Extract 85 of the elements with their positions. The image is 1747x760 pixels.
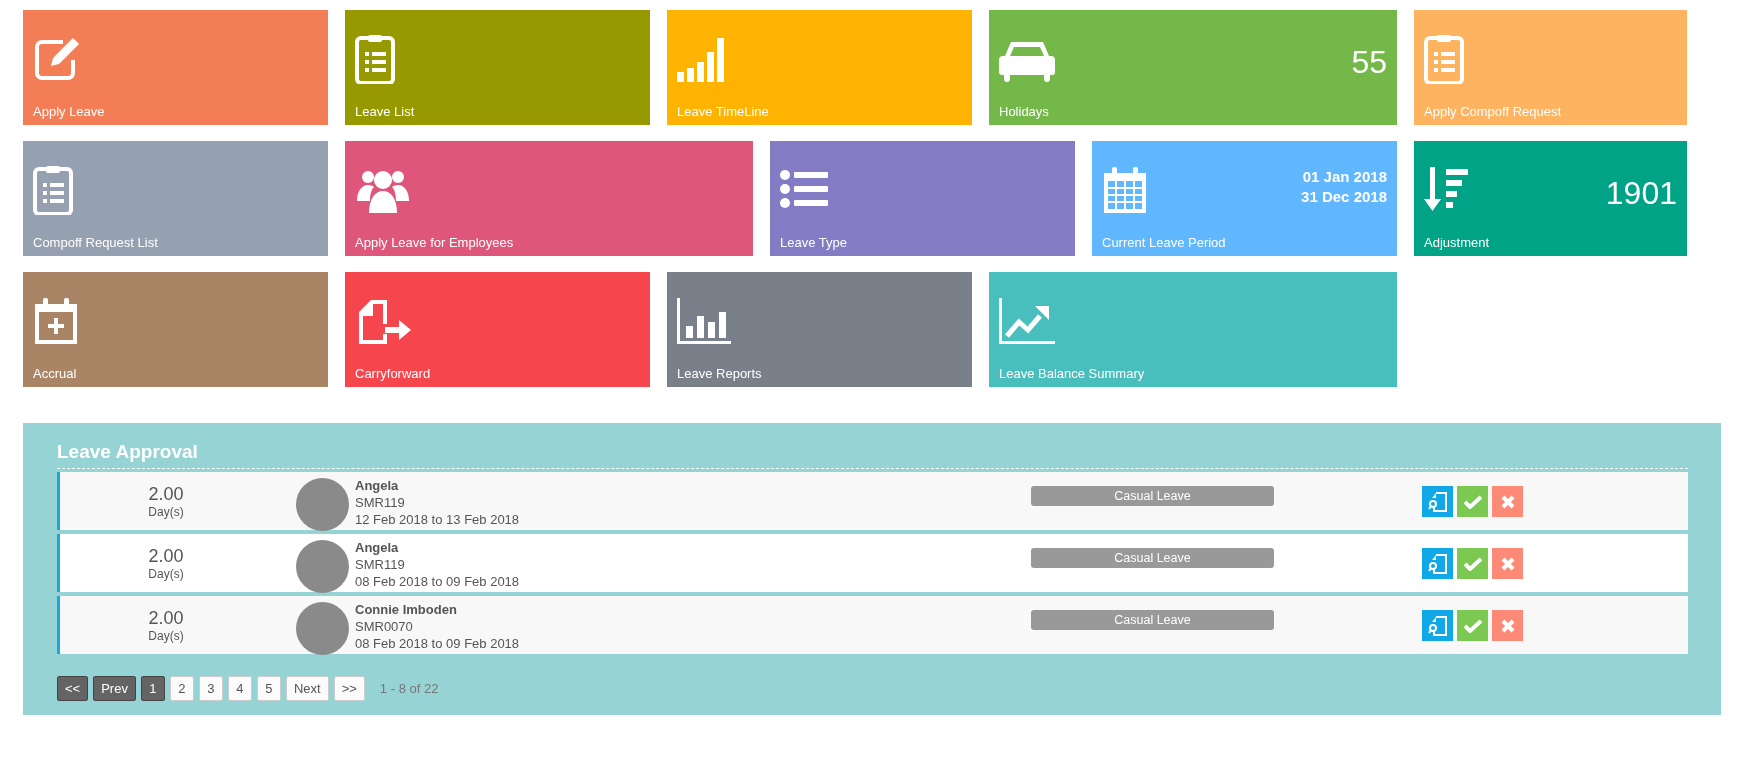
avatar-placeholder (296, 478, 349, 531)
tile-label: Apply Leave for Employees (355, 235, 515, 250)
approve-button[interactable] (1457, 548, 1488, 579)
page-button[interactable]: 1 (140, 676, 165, 701)
period-date: 01 Jan 2018 (1302, 168, 1387, 185)
tile-count: 1901 (1605, 175, 1677, 212)
employee-code: SMR119 (355, 557, 406, 572)
view-button[interactable] (1422, 610, 1453, 641)
tile-label: Apply Compoff Request (1424, 104, 1563, 119)
tile-label: Leave Reports (677, 366, 763, 381)
close-icon (1500, 494, 1515, 509)
day-unit: Day(s) (148, 505, 184, 519)
dashboard-tile[interactable]: 55 Holidays (989, 10, 1397, 125)
dashboard-tile[interactable]: Apply Leave for Employees (345, 141, 753, 256)
leave-dates: 12 Feb 2018 to 13 Feb 2018 (355, 512, 521, 527)
document-search-icon (1427, 614, 1448, 637)
page-button[interactable]: 3 (198, 676, 223, 701)
tile-label: Leave Balance Summary (999, 366, 1146, 381)
day-unit: Day(s) (148, 629, 184, 643)
dashboard-tile[interactable]: Apply Leave (23, 10, 328, 125)
employee-name: Angela (355, 478, 400, 493)
reject-button[interactable] (1492, 486, 1523, 517)
tile-label: Current Leave Period (1102, 235, 1227, 250)
clipboard-icon (1424, 34, 1464, 84)
dashboard-tile[interactable]: 01 Jan 2018 31 Dec 2018 Current Leave Period (1092, 141, 1397, 256)
leave-dates: 08 Feb 2018 to 09 Feb 2018 (355, 636, 521, 651)
approve-button[interactable] (1457, 486, 1488, 517)
view-button[interactable] (1422, 548, 1453, 579)
employee-code: SMR0070 (355, 619, 414, 634)
leave-type-label: Casual Leave (1031, 548, 1274, 568)
check-icon (1463, 618, 1482, 633)
tile-label: Carryforward (355, 366, 432, 381)
tile-label: Apply Leave (33, 104, 106, 119)
clipboard-icon (355, 34, 395, 84)
day-unit: Day(s) (148, 567, 184, 581)
tile-count: 55 (1351, 44, 1387, 81)
panel-title: Leave Approval (57, 441, 1688, 469)
leave-type-label: Casual Leave (1031, 486, 1274, 506)
bar-chart-icon (677, 296, 731, 346)
document-search-icon (1427, 490, 1448, 513)
employee-name: Connie Imboden (355, 602, 458, 617)
leave-type-label: Casual Leave (1031, 610, 1274, 630)
tile-label: Leave Type (780, 235, 848, 250)
day-count: 2.00 (148, 546, 184, 567)
clipboard-icon (33, 165, 73, 215)
approve-button[interactable] (1457, 610, 1488, 641)
page-button[interactable]: 2 (169, 676, 194, 701)
reject-button[interactable] (1492, 548, 1523, 579)
dashboard-tile[interactable]: 1901 Adjustment (1414, 141, 1687, 256)
tile-label: Leave List (355, 104, 416, 119)
dashboard-tile[interactable]: Leave Reports (667, 272, 972, 387)
page-button[interactable]: 5 (256, 676, 281, 701)
pager-nav-button[interactable]: Next (285, 676, 329, 701)
tile-label: Adjustment (1424, 235, 1491, 250)
day-count: 2.00 (148, 608, 184, 629)
calendar-plus-icon (33, 296, 79, 346)
avatar-placeholder (296, 540, 349, 593)
dashboard-tile[interactable]: Carryforward (345, 272, 650, 387)
tile-label: Holidays (999, 104, 1050, 119)
pager-nav-button[interactable]: >> (333, 676, 365, 701)
line-chart-icon (999, 296, 1055, 346)
dashboard-tile[interactable]: Accrual (23, 272, 328, 387)
period-date: 31 Dec 2018 (1301, 188, 1387, 205)
tile-label: Leave TimeLine (677, 104, 770, 119)
reject-button[interactable] (1492, 610, 1523, 641)
day-count: 2.00 (148, 484, 184, 505)
dashboard-tile[interactable]: Leave List (345, 10, 650, 125)
tile-label: Compoff Request List (33, 235, 159, 250)
view-button[interactable] (1422, 486, 1453, 517)
tile-label: Accrual (33, 366, 78, 381)
dashboard-tile[interactable]: Leave Type (770, 141, 1075, 256)
document-search-icon (1427, 552, 1448, 575)
dashboard-tile[interactable]: Leave Balance Summary (989, 272, 1397, 387)
employee-name: Angela (355, 540, 400, 555)
close-icon (1500, 618, 1515, 633)
close-icon (1500, 556, 1515, 571)
check-icon (1463, 556, 1482, 571)
calendar-icon (1102, 165, 1148, 215)
dashboard-tile[interactable]: Compoff Request List (23, 141, 328, 256)
employee-code: SMR119 (355, 495, 406, 510)
avatar-placeholder (296, 602, 349, 655)
page-button[interactable]: 4 (227, 676, 252, 701)
check-icon (1463, 494, 1482, 509)
page-summary: 1 - 8 of 22 (379, 681, 439, 696)
leave-dates: 08 Feb 2018 to 09 Feb 2018 (355, 574, 521, 589)
